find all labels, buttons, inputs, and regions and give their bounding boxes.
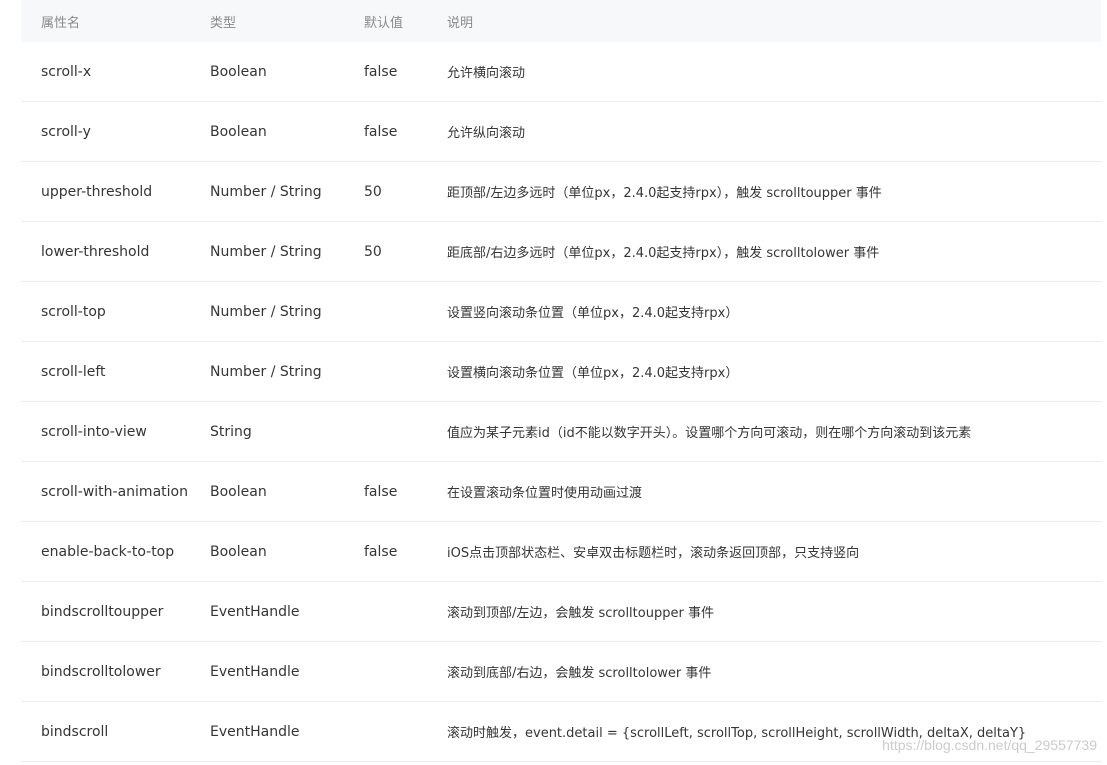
header-default: 默认值 <box>364 15 404 31</box>
table-row: upper-threshold Number / String 50 距顶部/左… <box>21 162 1101 222</box>
table-header: 属性名 类型 默认值 说明 <box>21 0 1101 42</box>
cell-desc: 滚动到顶部/左边，会触发 scrolltoupper 事件 <box>447 606 714 621</box>
cell-name: bindscrolltoupper <box>41 603 164 620</box>
cell-name: scroll-top <box>41 303 106 320</box>
table-row: scroll-x Boolean false 允许横向滚动 <box>21 42 1101 102</box>
cell-desc: 允许横向滚动 <box>447 66 526 81</box>
table-row: scroll-y Boolean false 允许纵向滚动 <box>21 102 1101 162</box>
table-row: enable-back-to-top Boolean false iOS点击顶部… <box>21 522 1101 582</box>
cell-type: Boolean <box>210 123 267 140</box>
table-row: lower-threshold Number / String 50 距底部/右… <box>21 222 1101 282</box>
table-row: bindscrolltoupper EventHandle 滚动到顶部/左边，会… <box>21 582 1101 642</box>
cell-desc: 距顶部/左边多远时（单位px，2.4.0起支持rpx），触发 scrolltou… <box>447 186 882 201</box>
table-row: bindscrolltolower EventHandle 滚动到底部/右边，会… <box>21 642 1101 702</box>
cell-desc: 设置横向滚动条位置（单位px，2.4.0起支持rpx） <box>447 366 739 381</box>
cell-name: bindscroll <box>41 723 109 740</box>
cell-default: false <box>364 483 398 500</box>
header-type: 类型 <box>210 15 237 31</box>
cell-desc: iOS点击顶部状态栏、安卓双击标题栏时，滚动条返回顶部，只支持竖向 <box>447 546 860 561</box>
cell-default: 50 <box>364 183 382 200</box>
cell-desc: 在设置滚动条位置时使用动画过渡 <box>447 486 643 501</box>
cell-type: Number / String <box>210 243 322 260</box>
cell-type: Boolean <box>210 63 267 80</box>
cell-name: enable-back-to-top <box>41 543 175 560</box>
cell-type: Boolean <box>210 543 267 560</box>
cell-type: Number / String <box>210 363 322 380</box>
cell-type: EventHandle <box>210 663 300 680</box>
table-row: scroll-top Number / String 设置竖向滚动条位置（单位p… <box>21 282 1101 342</box>
cell-type: Number / String <box>210 303 322 320</box>
cell-name: scroll-with-animation <box>41 483 188 500</box>
cell-name: scroll-y <box>41 123 91 140</box>
cell-name: scroll-left <box>41 363 106 380</box>
cell-type: Boolean <box>210 483 267 500</box>
property-table: 属性名 类型 默认值 说明 scroll-x Boolean false 允许横… <box>21 0 1101 762</box>
header-name: 属性名 <box>41 15 81 31</box>
cell-desc: 设置竖向滚动条位置（单位px，2.4.0起支持rpx） <box>447 306 739 321</box>
cell-desc: 值应为某子元素id（id不能以数字开头）。设置哪个方向可滚动，则在哪个方向滚动到… <box>447 426 972 441</box>
table-row: scroll-into-view String 值应为某子元素id（id不能以数… <box>21 402 1101 462</box>
cell-default: 50 <box>364 243 382 260</box>
cell-name: upper-threshold <box>41 183 153 200</box>
header-desc: 说明 <box>447 15 474 31</box>
cell-desc: 滚动到底部/右边，会触发 scrolltolower 事件 <box>447 666 712 681</box>
table-row: scroll-with-animation Boolean false 在设置滚… <box>21 462 1101 522</box>
cell-type: EventHandle <box>210 603 300 620</box>
cell-type: EventHandle <box>210 723 300 740</box>
table-row: bindscroll EventHandle 滚动时触发，event.detai… <box>21 702 1101 762</box>
table-row: scroll-left Number / String 设置横向滚动条位置（单位… <box>21 342 1101 402</box>
cell-name: scroll-x <box>41 63 92 80</box>
cell-desc: 允许纵向滚动 <box>447 126 526 141</box>
watermark-text: https://blog.csdn.net/qq_29557739 <box>882 737 1097 753</box>
cell-type: String <box>210 423 252 440</box>
cell-default: false <box>364 63 398 80</box>
cell-name: bindscrolltolower <box>41 663 161 680</box>
cell-name: scroll-into-view <box>41 423 147 440</box>
cell-desc: 距底部/右边多远时（单位px，2.4.0起支持rpx），触发 scrolltol… <box>447 246 880 261</box>
cell-default: false <box>364 543 398 560</box>
cell-type: Number / String <box>210 183 322 200</box>
cell-default: false <box>364 123 398 140</box>
cell-name: lower-threshold <box>41 243 150 260</box>
